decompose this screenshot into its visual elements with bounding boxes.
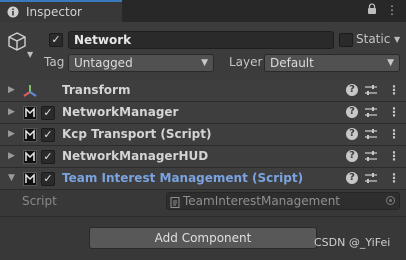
add-component-button[interactable]: Add Component [89, 227, 317, 249]
component-title: Team Interest Management (Script) [62, 171, 304, 185]
script-object-field[interactable]: TeamInterestManagement [166, 192, 400, 210]
lock-icon[interactable] [367, 3, 377, 18]
script-file-icon [170, 196, 180, 212]
component-kcp-transport[interactable]: ▶ ✓ Kcp Transport (Script) ? ⋮ [0, 124, 406, 146]
component-enabled-checkbox[interactable]: ✓ [41, 106, 55, 120]
layer-dropdown[interactable]: Default ▼ [264, 54, 400, 72]
object-name-field[interactable]: Network [68, 31, 334, 49]
preset-sliders-icon[interactable] [364, 172, 378, 187]
preset-sliders-icon[interactable] [364, 150, 378, 165]
fold-arrow-icon[interactable]: ▶ [8, 129, 15, 139]
static-label: Static [356, 32, 391, 46]
help-icon[interactable]: ? [346, 128, 358, 140]
mirror-script-icon [23, 150, 37, 164]
divider [0, 216, 406, 217]
gameobject-header: ▼ ✓ Network Static ▼ Tag Untagged ▼ Laye… [0, 22, 406, 81]
tab-title: Inspector [26, 5, 82, 19]
component-menu-icon[interactable]: ⋮ [388, 105, 400, 119]
fold-arrow-icon[interactable]: ▶ [8, 151, 15, 161]
layer-label: Layer [229, 55, 263, 69]
component-title: Transform [62, 83, 131, 97]
script-label: Script [22, 194, 57, 208]
tab-inspector[interactable]: Inspector [0, 0, 122, 22]
fold-arrow-icon[interactable]: ▶ [8, 85, 15, 95]
component-title: Kcp Transport (Script) [62, 127, 212, 141]
component-menu-icon[interactable]: ⋮ [388, 83, 400, 97]
transform-axes-icon [22, 84, 38, 101]
chevron-down-icon: ▼ [201, 58, 208, 68]
chevron-down-icon: ▼ [387, 58, 394, 68]
component-enabled-checkbox[interactable]: ✓ [41, 128, 55, 142]
script-property-row: Script TeamInterestManagement [0, 190, 406, 212]
help-icon[interactable]: ? [346, 84, 358, 96]
mirror-script-icon [23, 128, 37, 142]
component-menu-icon[interactable]: ⋮ [388, 171, 400, 185]
icon-dropdown-caret-icon[interactable]: ▼ [27, 50, 33, 59]
tag-dropdown[interactable]: Untagged ▼ [68, 54, 214, 72]
fold-arrow-icon[interactable]: ▶ [8, 107, 15, 117]
component-menu-icon[interactable]: ⋮ [388, 127, 400, 141]
tag-label: Tag [44, 55, 65, 69]
fold-arrow-down-icon[interactable]: ▼ [8, 173, 15, 183]
component-title: NetworkManagerHUD [62, 149, 209, 163]
component-team-interest-management[interactable]: ▼ ✓ Team Interest Management (Script) ? … [0, 168, 406, 190]
info-icon [7, 6, 19, 21]
component-menu-icon[interactable]: ⋮ [388, 149, 400, 163]
gameobject-cube-icon[interactable] [8, 32, 26, 55]
static-dropdown-caret-icon[interactable]: ▼ [394, 35, 400, 44]
kebab-menu-icon[interactable]: ⋮ [386, 3, 398, 18]
component-networkmanager[interactable]: ▶ ✓ NetworkManager ? ⋮ [0, 102, 406, 124]
component-title: NetworkManager [62, 105, 179, 119]
tab-bar: Inspector ⋮ [0, 0, 406, 22]
mirror-script-icon [23, 106, 37, 120]
component-networkmanagerhud[interactable]: ▶ ✓ NetworkManagerHUD ? ⋮ [0, 146, 406, 168]
preset-sliders-icon[interactable] [364, 128, 378, 143]
layer-value: Default [270, 56, 314, 70]
watermark-text: CSDN @_YiFei [314, 236, 391, 249]
help-icon[interactable]: ? [346, 150, 358, 162]
help-icon[interactable]: ? [346, 172, 358, 184]
static-checkbox[interactable] [339, 33, 353, 47]
component-enabled-checkbox[interactable]: ✓ [41, 150, 55, 164]
object-picker-icon[interactable] [386, 196, 395, 205]
component-transform[interactable]: ▶ Transform ? ⋮ [0, 80, 406, 102]
preset-sliders-icon[interactable] [364, 106, 378, 121]
tag-value: Untagged [74, 56, 133, 70]
component-enabled-checkbox[interactable]: ✓ [41, 172, 55, 186]
preset-sliders-icon[interactable] [364, 84, 378, 99]
help-icon[interactable]: ? [346, 106, 358, 118]
script-value: TeamInterestManagement [183, 194, 341, 208]
active-checkbox[interactable]: ✓ [49, 33, 63, 47]
mirror-script-icon [23, 172, 37, 186]
